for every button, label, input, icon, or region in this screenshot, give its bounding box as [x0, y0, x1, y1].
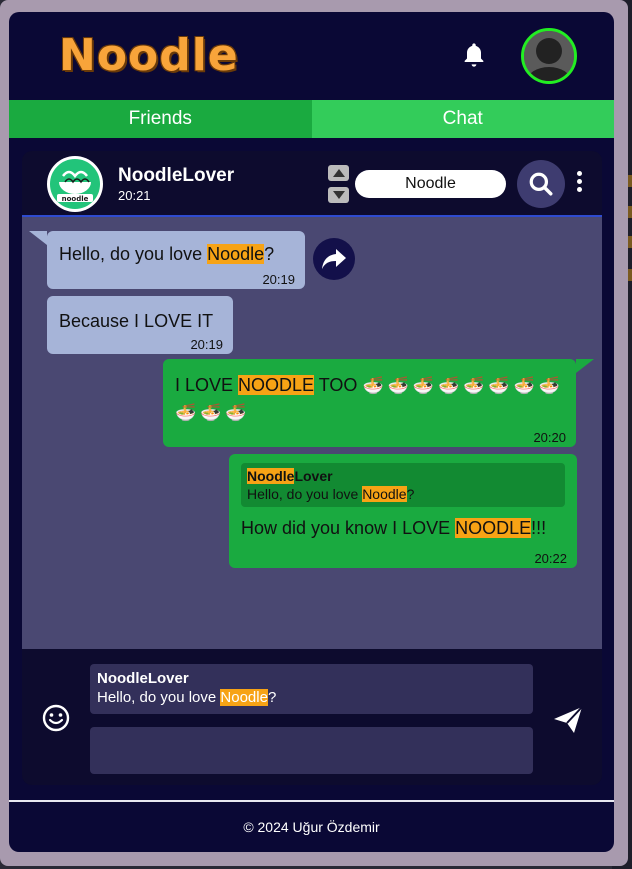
message-text-part: How did you know I LOVE [241, 518, 456, 538]
chat-search-input[interactable] [355, 170, 506, 198]
kebab-dot [576, 187, 582, 192]
app-header: Noodle [9, 12, 614, 98]
quoted-author-rest: Lover [294, 468, 333, 484]
reply-preview-text: Hello, do you love Noodle? [97, 688, 526, 708]
quoted-message[interactable]: NoodleLover Hello, do you love Noodle? [241, 463, 565, 507]
message-text-part: Hello, do you love [59, 244, 208, 264]
reply-button[interactable] [313, 238, 355, 280]
contact-last-seen: 20:21 [118, 188, 151, 203]
noodle-emoji: 🍜 [387, 376, 409, 395]
message-text: I LOVE NOODLE TOO 🍜 🍜 🍜 🍜 🍜 🍜 🍜 🍜🍜 🍜 🍜 [175, 372, 564, 426]
noodle-emoji: 🍜 [463, 376, 485, 395]
tab-friends[interactable]: Friends [9, 100, 312, 138]
search-highlight: Noodle [362, 486, 407, 502]
user-avatar[interactable] [521, 28, 577, 84]
quoted-text-part: Hello, do you love [247, 486, 363, 502]
reply-preview-text-part: ? [267, 689, 277, 706]
message-time: 20:22 [534, 551, 567, 566]
chevron-up-icon [332, 169, 345, 177]
noodle-app: Noodle Friends Chat noodle NoodleLover 2… [9, 12, 614, 852]
message-outgoing[interactable]: NoodleLover Hello, do you love Noodle? H… [229, 454, 577, 568]
message-time: 20:19 [262, 272, 295, 287]
kebab-dot [576, 179, 582, 184]
reply-preview-author: NoodleLover [97, 670, 189, 687]
message-text-part: I LOVE [175, 375, 239, 395]
browser-window: Noodle Friends Chat noodle NoodleLover 2… [0, 0, 628, 866]
reply-preview[interactable]: NoodleLover Hello, do you love Noodle? [90, 664, 533, 714]
tab-chat[interactable]: Chat [311, 100, 614, 138]
noodle-emoji: 🍜 [175, 403, 197, 422]
contact-avatar[interactable]: noodle [47, 156, 103, 212]
noodle-bowl-icon: noodle [48, 157, 102, 211]
message-incoming[interactable]: Because I LOVE IT 20:19 [47, 296, 233, 354]
noodle-emoji: 🍜 [200, 403, 222, 422]
search-highlight: NOODLE [238, 375, 315, 395]
bell-icon[interactable] [460, 41, 488, 69]
search-prev-button[interactable] [328, 165, 349, 181]
noodle-emoji: 🍜 [488, 376, 510, 395]
share-forward-icon [322, 249, 346, 269]
bubble-tail [576, 359, 594, 373]
send-icon[interactable] [552, 704, 584, 736]
noodle-emoji: 🍜 [225, 403, 247, 422]
contact-name: NoodleLover [118, 165, 235, 186]
search-icon [529, 172, 553, 196]
noodle-emoji: 🍜 [362, 376, 384, 395]
tab-bar: Friends Chat [9, 100, 614, 138]
quoted-text: Hello, do you love Noodle? [247, 485, 559, 503]
noodle-emoji: 🍜 [412, 376, 434, 395]
user-silhouette-icon [524, 31, 574, 81]
message-incoming[interactable]: Hello, do you love Noodle? 20:19 [29, 231, 305, 289]
kebab-dot [576, 171, 582, 176]
quoted-author: NoodleLover [247, 467, 559, 485]
message-text: Hello, do you love Noodle? [59, 241, 293, 267]
message-time: 20:20 [533, 430, 566, 445]
chat-header: noodle NoodleLover 20:21 [22, 151, 602, 217]
app-logo: Noodle [59, 30, 239, 81]
search-highlight: NOODLE [455, 518, 532, 538]
chevron-down-icon [332, 191, 345, 199]
noodle-emoji: 🍜 [513, 376, 535, 395]
quoted-text-part: ? [406, 486, 415, 502]
noodle-emoji: 🍜 [538, 376, 560, 395]
reply-preview-text-part: Hello, do you love [97, 689, 221, 706]
search-button[interactable] [517, 160, 565, 208]
message-text-part: TOO [314, 375, 358, 395]
message-outgoing[interactable]: I LOVE NOODLE TOO 🍜 🍜 🍜 🍜 🍜 🍜 🍜 🍜🍜 🍜 🍜 20:20 [163, 359, 594, 447]
message-composer: NoodleLover Hello, do you love Noodle? [22, 651, 602, 785]
message-text-part: ? [264, 244, 275, 264]
message-input[interactable] [90, 727, 533, 774]
emoji-smiley-icon[interactable] [41, 703, 71, 733]
chat-panel: noodle NoodleLover 20:21 Noodle Hello, d… [22, 151, 602, 785]
message-text: Because I LOVE IT [59, 311, 214, 331]
message-text: How did you know I LOVE NOODLE!!! [241, 515, 565, 541]
more-options-button[interactable] [574, 171, 584, 197]
bubble-tail [29, 231, 47, 245]
svg-text:noodle: noodle [62, 195, 89, 203]
search-next-button[interactable] [328, 187, 349, 203]
message-text-part: !!! [531, 518, 547, 538]
search-highlight: Noodle [220, 689, 268, 706]
message-list: Hello, do you love Noodle? 20:19 Because… [22, 217, 602, 649]
search-highlight: Noodle [207, 244, 265, 264]
footer-copyright: © 2024 Uğur Özdemir [243, 819, 380, 835]
noodle-emoji: 🍜 [437, 376, 460, 395]
message-time: 20:19 [190, 337, 223, 352]
search-highlight: Noodle [247, 468, 295, 484]
